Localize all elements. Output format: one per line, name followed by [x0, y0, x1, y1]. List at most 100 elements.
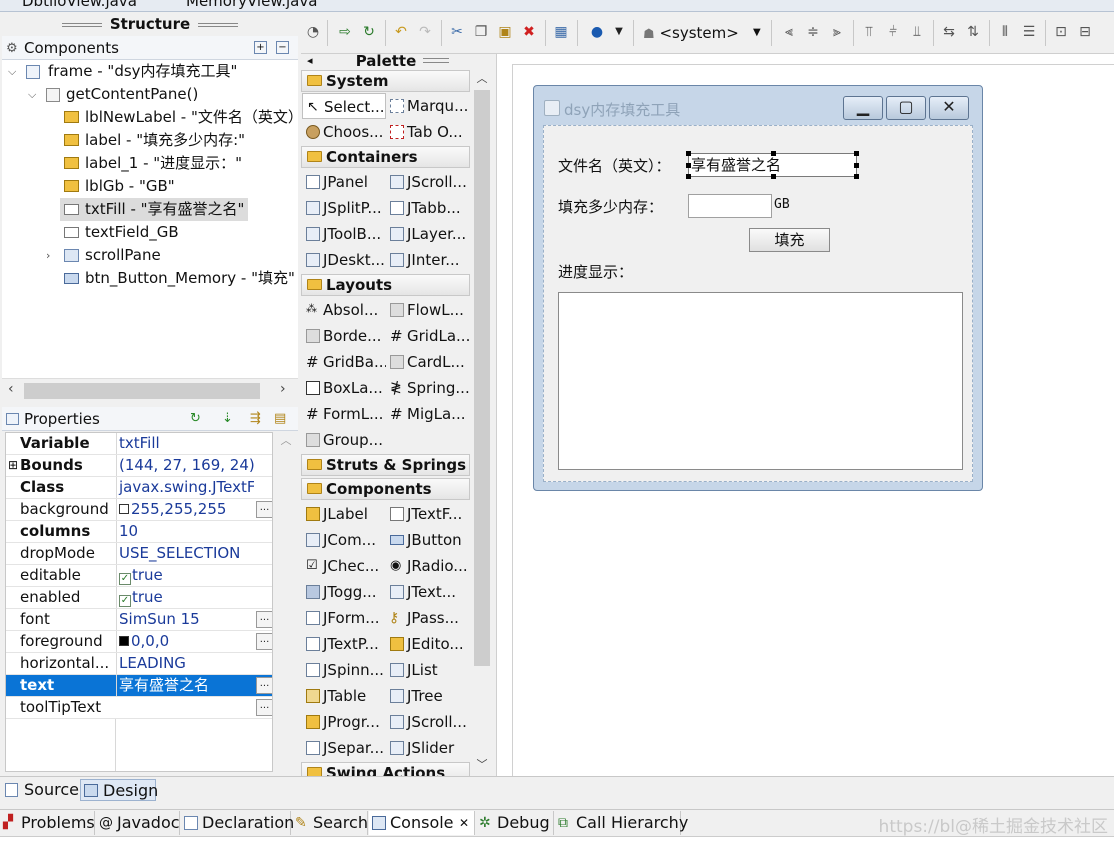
- palette-item-miglayout[interactable]: # MigLa...: [386, 401, 470, 427]
- same-width-icon[interactable]: ⇆: [939, 22, 959, 42]
- collapse-palette-icon[interactable]: ◂: [307, 52, 313, 70]
- palette-item-springlayout[interactable]: ≹ Spring...: [386, 375, 470, 401]
- chevron-down-icon[interactable]: ▼: [753, 22, 761, 44]
- scrollbar-thumb[interactable]: [24, 383, 260, 399]
- property-value[interactable]: 0,0,0: [131, 632, 169, 650]
- palette-item-jlist[interactable]: JList: [386, 657, 470, 683]
- scroll-up-icon[interactable]: ︿: [281, 434, 292, 447]
- property-value[interactable]: txtFill: [116, 433, 254, 454]
- palette-item-jtextfield[interactable]: JTextF...: [386, 501, 470, 527]
- maximize-button[interactable]: ▢: [886, 96, 926, 120]
- palette-item-jtree[interactable]: JTree: [386, 683, 470, 709]
- palette-item-flowlayout[interactable]: FlowL...: [386, 297, 470, 323]
- content-pane[interactable]: 文件名（英文）： 享有盛誉之名 填充多少内存： GB 填充 进度显示：: [543, 125, 973, 482]
- chevron-down-icon[interactable]: ⌵: [28, 83, 36, 106]
- palette-item-borderlayout[interactable]: Borde...: [302, 323, 386, 349]
- editor-tab-dbtiloview[interactable]: DbtiloView.java: [2, 0, 137, 11]
- tree-item-lblgb[interactable]: lblGb - "GB": [64, 175, 175, 198]
- palette-item-boxlayout[interactable]: BoxLa...: [302, 375, 386, 401]
- tab-debug[interactable]: ✲ Debug: [476, 811, 554, 835]
- selection-handle[interactable]: [854, 174, 859, 179]
- property-row-editable[interactable]: editable ✓ true: [6, 565, 272, 587]
- center-horizontal-icon[interactable]: ⊡: [1051, 22, 1071, 42]
- palette-item-jcombobox[interactable]: JCom...: [302, 527, 386, 553]
- expand-all-icon[interactable]: +: [254, 41, 267, 54]
- palette-item-jinternalframe[interactable]: JInter...: [386, 247, 470, 273]
- palette-item-jtable[interactable]: JTable: [302, 683, 386, 709]
- copy-icon[interactable]: ❐: [471, 22, 491, 42]
- palette-item-formlayout[interactable]: # FormL...: [302, 401, 386, 427]
- tree-item-label[interactable]: label - "填充多少内存:": [64, 129, 245, 152]
- tab-call-hierarchy[interactable]: ⧉ Call Hierarchy: [555, 811, 688, 835]
- palette-item-selection[interactable]: ↖ Select...: [302, 93, 386, 119]
- edit-button[interactable]: ...: [256, 633, 272, 650]
- tree-item-contentpane[interactable]: ⌵ getContentPane(): [28, 83, 198, 106]
- property-row-font[interactable]: font SimSun 15...: [6, 609, 272, 631]
- property-row-enabled[interactable]: enabled ✓ true: [6, 587, 272, 609]
- palette-item-jeditorpane[interactable]: JEdito...: [386, 631, 470, 657]
- property-row-background[interactable]: background 255,255,255...: [6, 499, 272, 521]
- palette-item-cardlayout[interactable]: CardL...: [386, 349, 470, 375]
- goto-definition-icon[interactable]: ⇣: [222, 407, 233, 431]
- tab-design[interactable]: Design: [80, 779, 158, 801]
- paste-icon[interactable]: ▣: [495, 22, 515, 42]
- scroll-left-icon[interactable]: ‹: [8, 381, 14, 397]
- tab-problems[interactable]: ▞ Problems: [0, 811, 95, 835]
- palette-item-jtogglebutton[interactable]: JTogg...: [302, 579, 386, 605]
- expand-icon[interactable]: ⊞: [8, 455, 18, 476]
- align-center-icon[interactable]: ≑: [803, 22, 823, 42]
- checkbox-checked-icon[interactable]: ✓: [119, 573, 131, 585]
- property-row-text[interactable]: text 享有盛誉之名...: [6, 675, 272, 697]
- palette-item-jpasswordfield[interactable]: ⚷ JPass...: [386, 605, 470, 631]
- properties-vertical-scrollbar[interactable]: ︿: [276, 432, 296, 772]
- palette-item-gridlayout[interactable]: # GridLa...: [386, 323, 470, 349]
- property-row-class[interactable]: Class javax.swing.JTextFie...: [6, 477, 272, 499]
- show-advanced-icon[interactable]: ⇶: [250, 407, 261, 431]
- property-value[interactable]: SimSun 15: [116, 609, 254, 630]
- selection-handle[interactable]: [686, 151, 691, 156]
- palette-item-jspinner[interactable]: JSpinn...: [302, 657, 386, 683]
- center-vertical-icon[interactable]: ⊟: [1075, 22, 1095, 42]
- scroll-down-icon[interactable]: ﹀: [472, 756, 492, 772]
- align-top-icon[interactable]: ⫪: [859, 22, 879, 42]
- tab-source[interactable]: Source: [2, 779, 79, 801]
- close-icon[interactable]: ✕: [459, 811, 469, 835]
- property-value[interactable]: javax.swing.JTextFie...: [116, 477, 254, 498]
- fill-button[interactable]: 填充: [749, 228, 830, 252]
- reparse-icon[interactable]: ↻: [359, 22, 379, 42]
- tree-item-scrollpane[interactable]: › scrollPane: [46, 244, 161, 267]
- undo-icon[interactable]: ↶: [391, 22, 411, 42]
- edit-button[interactable]: ...: [256, 699, 272, 716]
- palette-item-jbutton[interactable]: JButton: [386, 527, 470, 553]
- palette-scrollbar[interactable]: ︿ ﹀: [472, 70, 492, 776]
- property-row-tooltiptext[interactable]: toolTipText...: [6, 697, 272, 719]
- palette-item-choose[interactable]: Choos...: [302, 119, 386, 145]
- tree-horizontal-scrollbar[interactable]: ‹ ›: [2, 378, 298, 402]
- property-row-bounds[interactable]: ⊞ Bounds (144, 27, 169, 24): [6, 455, 272, 477]
- scroll-right-icon[interactable]: ›: [280, 381, 286, 397]
- checkbox-checked-icon[interactable]: ✓: [119, 595, 131, 607]
- palette-item-jtabbedpane[interactable]: JTabb...: [386, 195, 470, 221]
- palette-item-absolute-layout[interactable]: ⁂ Absol...: [302, 297, 386, 323]
- palette-item-jradiobutton[interactable]: ◉ JRadio...: [386, 553, 470, 579]
- chevron-down-icon[interactable]: ▼: [609, 22, 629, 42]
- chevron-right-icon[interactable]: ›: [46, 244, 50, 267]
- tab-declaration[interactable]: Declaration: [181, 811, 294, 835]
- palette-item-jtextarea[interactable]: JText...: [386, 579, 470, 605]
- look-and-feel-combo[interactable]: ☗ <system> ▼: [643, 22, 767, 44]
- show-events-icon[interactable]: ↻: [190, 407, 201, 431]
- edit-button[interactable]: ...: [256, 501, 272, 518]
- palette-item-jslider[interactable]: JSlider: [386, 735, 470, 761]
- palette-item-jscrollpane[interactable]: JScroll...: [386, 169, 470, 195]
- selection-handle[interactable]: [686, 174, 691, 179]
- palette-category-struts-springs[interactable]: Struts & Springs: [301, 454, 470, 476]
- property-row-foreground[interactable]: foreground 0,0,0...: [6, 631, 272, 653]
- palette-item-jlabel[interactable]: JLabel: [302, 501, 386, 527]
- palette-item-grouplayout[interactable]: Group...: [302, 427, 386, 453]
- cut-icon[interactable]: ✂: [447, 22, 467, 42]
- palette-item-tab-order[interactable]: Tab O...: [386, 119, 470, 145]
- palette-category-containers[interactable]: Containers: [301, 146, 470, 168]
- delete-icon[interactable]: ✖: [519, 22, 539, 42]
- property-value[interactable]: LEADING: [116, 653, 254, 674]
- selection-handle[interactable]: [854, 151, 859, 156]
